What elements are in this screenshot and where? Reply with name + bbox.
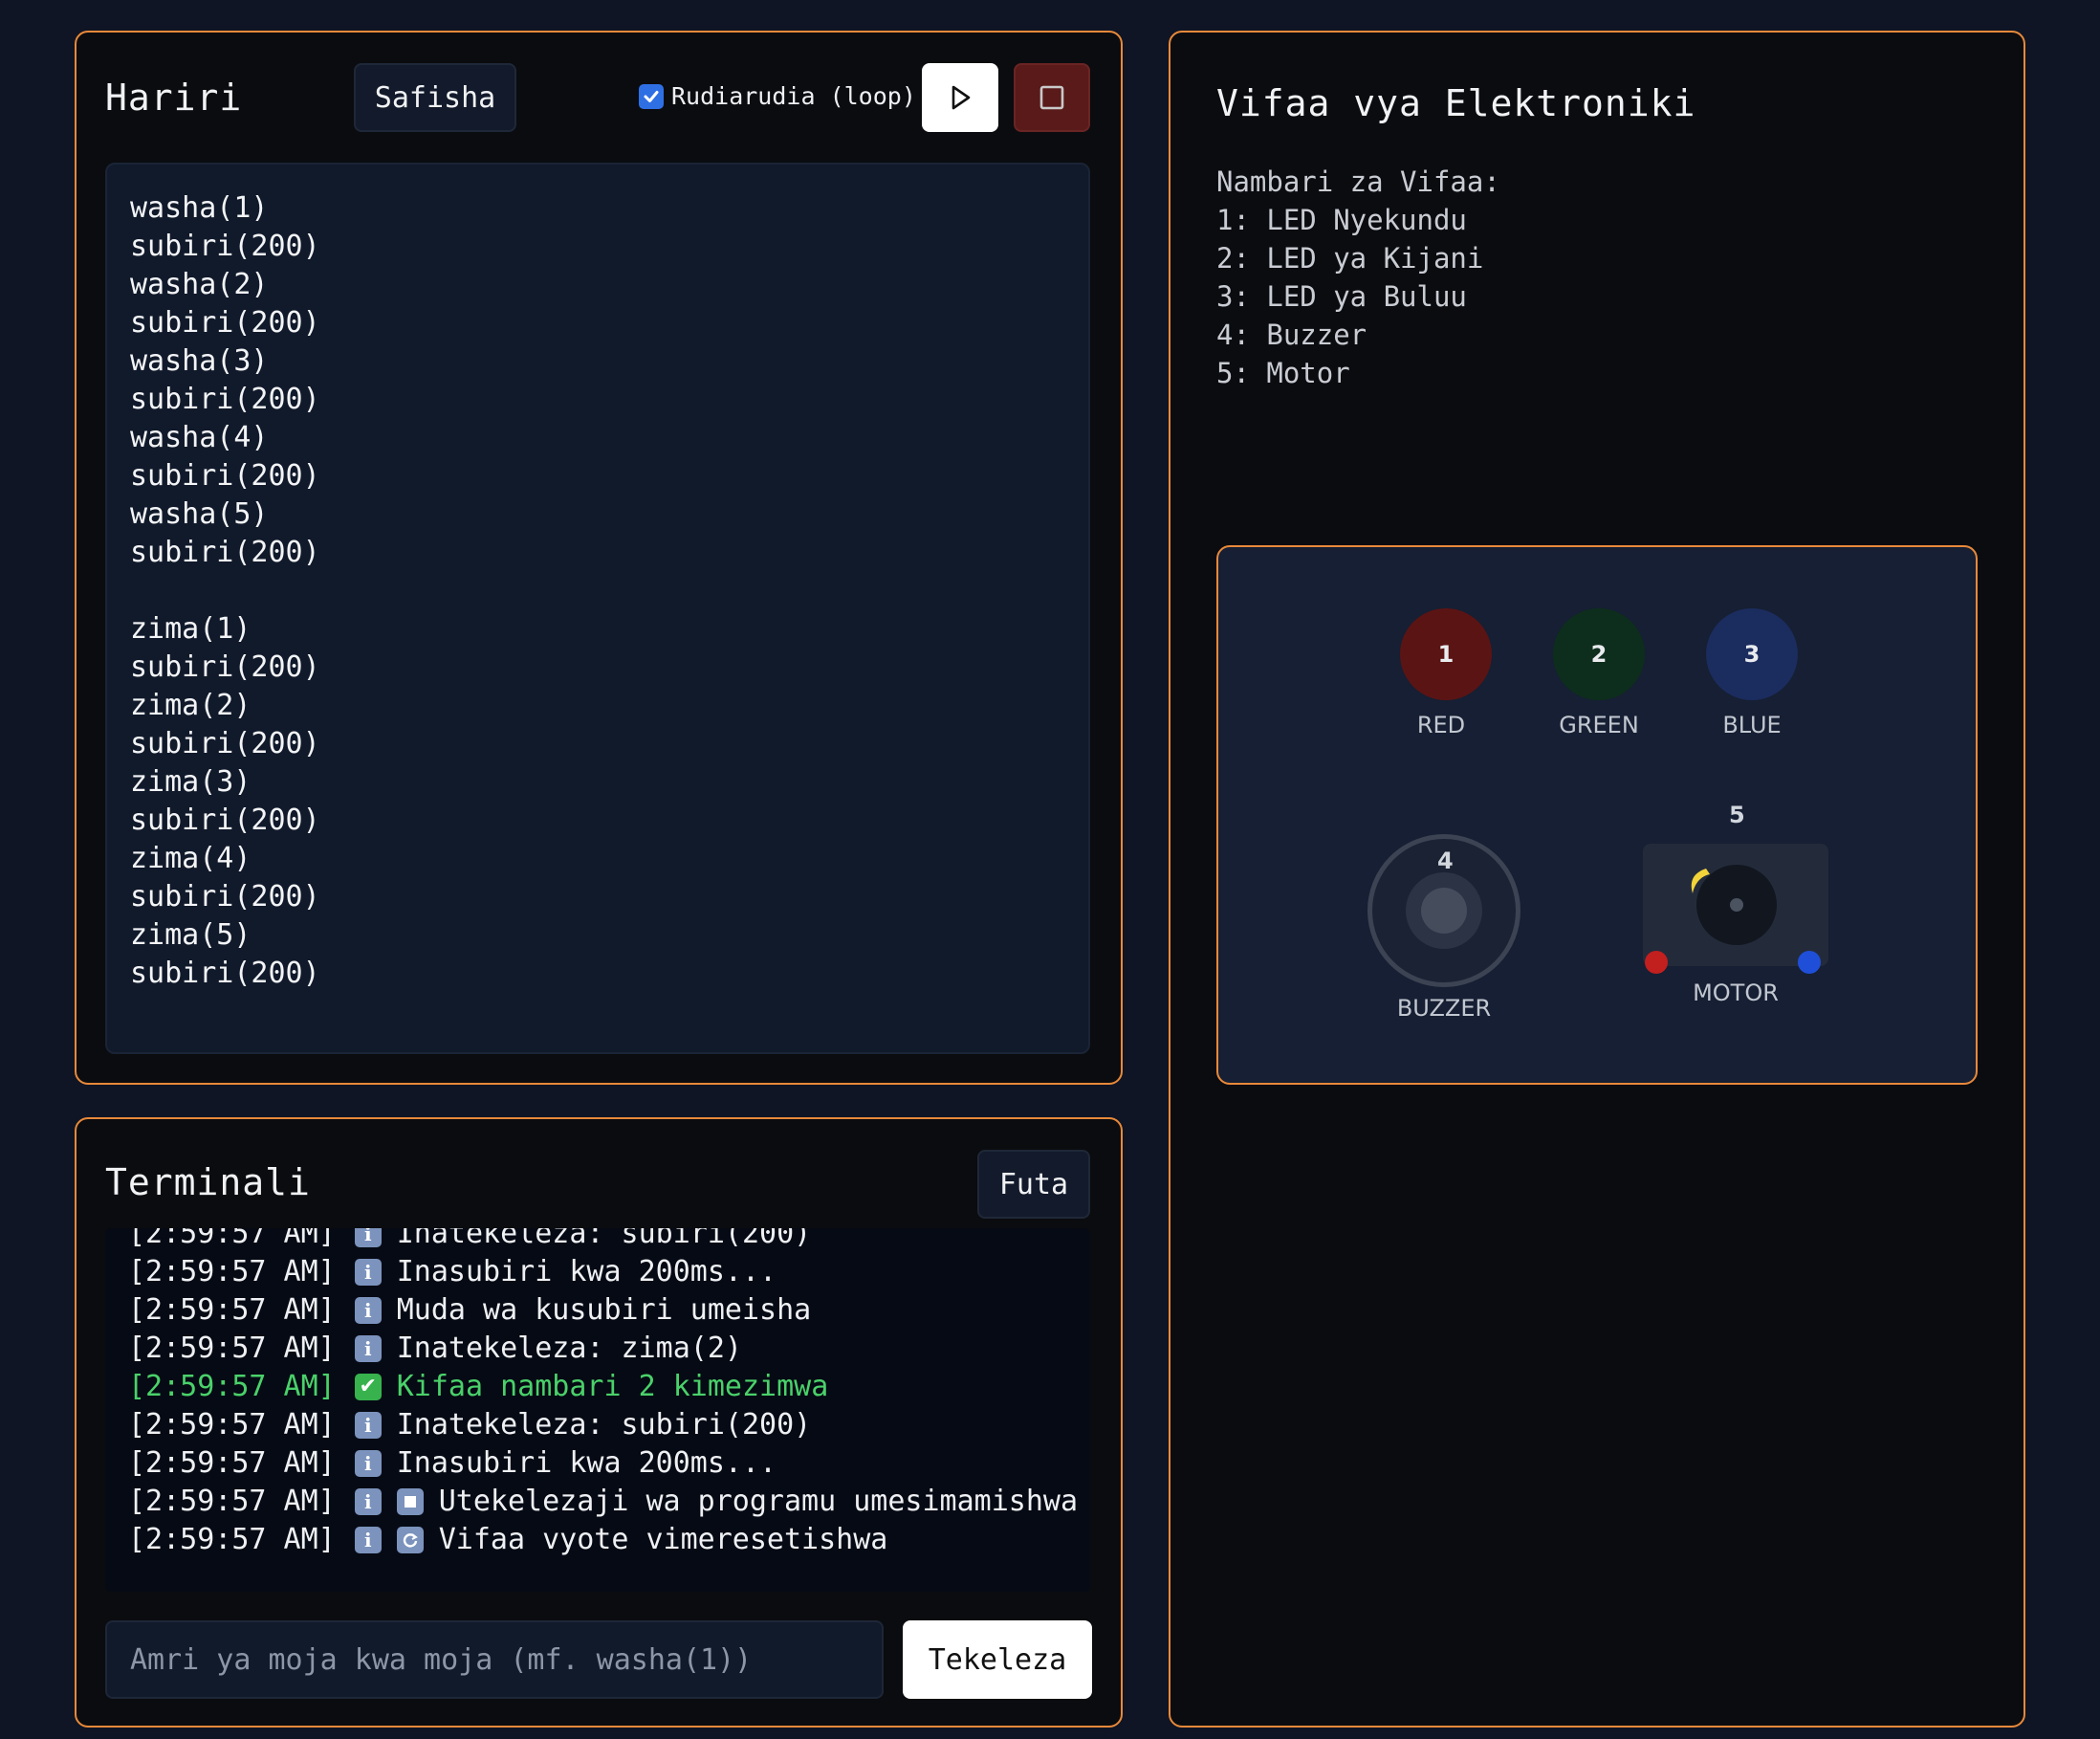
terminal-line: [2:59:57 AM] i Inasubiri kwa 200ms...: [128, 1444, 1078, 1483]
led-green-label: GREEN: [1559, 712, 1639, 738]
info-icon: i: [354, 1297, 382, 1324]
terminal-message: Inatekeleza: subiri(200): [396, 1228, 812, 1250]
terminal-timestamp: [2:59:57 AM]: [128, 1485, 336, 1518]
stop-square-icon: [396, 1488, 424, 1515]
led-red-number: 1: [1437, 641, 1455, 668]
info-icon: i: [354, 1228, 382, 1247]
led-green-number: 2: [1590, 641, 1608, 668]
terminal-line: [2:59:57 AM] i Inatekeleza: subiri(200): [128, 1228, 1078, 1253]
motor-label: MOTOR: [1693, 980, 1779, 1006]
terminal-lines: [2:59:57 AM] i Inatekeleza: subiri(200) [2:…: [128, 1228, 1078, 1559]
terminal-panel: Terminali Futa [2:59:57 AM] i Inatekeleza:…: [75, 1117, 1123, 1728]
buzzer-core: [1421, 888, 1467, 934]
terminal-line: [2:59:57 AM] i Inatekeleza: subiri(200): [128, 1406, 1078, 1444]
led-red[interactable]: 1: [1400, 608, 1492, 700]
code-editor[interactable]: washa(1) subiri(200) washa(2) subiri(200…: [105, 163, 1090, 1054]
terminal-timestamp: [2:59:57 AM]: [128, 1228, 336, 1250]
terminal-line: [2:59:57 AM] i Muda wa kusubiri umeisha: [128, 1291, 1078, 1330]
terminal-line: [2:59:57 AM] i Inatekeleza: zima(2): [128, 1330, 1078, 1368]
motor-axle: [1730, 898, 1743, 912]
info-icon: i: [354, 1412, 382, 1439]
terminal-timestamp: [2:59:57 AM]: [128, 1255, 336, 1288]
terminal-line: [2:59:57 AM] i Inasubiri kwa 200ms...: [128, 1253, 1078, 1291]
terminal-timestamp: [2:59:57 AM]: [128, 1408, 336, 1442]
check-icon: ✔: [354, 1374, 382, 1400]
run-button[interactable]: [922, 63, 998, 132]
editor-panel: Hariri Safisha Rudiarudia (loop) washa(1…: [75, 31, 1123, 1085]
led-green[interactable]: 2: [1553, 608, 1645, 700]
terminal-timestamp: [2:59:57 AM]: [128, 1293, 336, 1327]
led-red-label: RED: [1416, 712, 1466, 738]
motor[interactable]: [1643, 844, 1828, 966]
terminal-message: Inasubiri kwa 200ms...: [396, 1446, 777, 1480]
editor-title: Hariri: [105, 77, 243, 119]
device-board: 1 RED 2 GREEN 3 BLUE 4 BUZZER 5 MOTOR: [1216, 545, 1978, 1085]
terminal-message: Vifaa vyote vimeresetishwa: [438, 1523, 888, 1556]
device-legend: Nambari za Vifaa: 1: LED Nyekundu 2: LED…: [1216, 165, 1500, 389]
loop-checkbox[interactable]: [639, 83, 664, 109]
info-icon: i: [354, 1527, 382, 1553]
terminal-message: Kifaa nambari 2 kimezimwa: [396, 1370, 829, 1403]
play-icon: [952, 85, 971, 110]
check-icon: [644, 90, 659, 102]
terminal-timestamp: [2:59:57 AM]: [128, 1523, 336, 1556]
refresh-icon: [396, 1527, 424, 1553]
info-icon: i: [354, 1335, 382, 1362]
stop-button[interactable]: [1014, 63, 1090, 132]
terminal-line: [2:59:57 AM] i Vifaa vyote vimeresetishwa: [128, 1521, 1078, 1559]
devices-title: Vifaa vya Elektroniki: [1216, 82, 1696, 124]
buzzer-number: 4: [1437, 847, 1454, 874]
led-blue-label: BLUE: [1722, 712, 1782, 738]
terminal-message: Inatekeleza: subiri(200): [396, 1408, 812, 1442]
clear-terminal-button[interactable]: Futa: [977, 1150, 1090, 1219]
terminal-timestamp: [2:59:57 AM]: [128, 1332, 336, 1365]
terminal-line: [2:59:57 AM] ✔ Kifaa nambari 2 kimezimwa: [128, 1368, 1078, 1406]
motor-blade-icon: [1691, 869, 1710, 893]
stop-icon: [1039, 85, 1064, 110]
terminal-timestamp: [2:59:57 AM]: [128, 1370, 336, 1403]
buzzer-label: BUZZER: [1396, 995, 1492, 1022]
command-input[interactable]: [105, 1620, 884, 1699]
motor-number: 5: [1729, 802, 1745, 828]
terminal-message: Utekelezaji wa programu umesimamishwa: [438, 1485, 1079, 1518]
motor-terminal-positive: [1798, 951, 1821, 974]
terminal-timestamp: [2:59:57 AM]: [128, 1446, 336, 1480]
info-icon: i: [354, 1259, 382, 1286]
terminal-log[interactable]: [2:59:57 AM] i Inatekeleza: subiri(200) [2:…: [105, 1228, 1090, 1592]
info-icon: i: [354, 1488, 382, 1515]
led-blue-number: 3: [1743, 641, 1761, 668]
info-icon: i: [354, 1450, 382, 1477]
motor-terminal-negative: [1645, 951, 1668, 974]
terminal-message: Inatekeleza: zima(2): [396, 1332, 742, 1365]
terminal-title: Terminali: [105, 1161, 311, 1203]
terminal-line: [2:59:57 AM] i Utekelezaji wa programu ume…: [128, 1483, 1078, 1521]
devices-panel: Vifaa vya Elektroniki Nambari za Vifaa: …: [1169, 31, 2025, 1728]
loop-toggle[interactable]: Rudiarudia (loop): [639, 82, 916, 110]
buzzer-speaker: [1406, 872, 1482, 949]
execute-button[interactable]: Tekeleza: [903, 1620, 1092, 1699]
terminal-message: Muda wa kusubiri umeisha: [396, 1293, 812, 1327]
clear-editor-button[interactable]: Safisha: [354, 63, 516, 132]
terminal-message: Inasubiri kwa 200ms...: [396, 1255, 777, 1288]
led-blue[interactable]: 3: [1706, 608, 1798, 700]
loop-label: Rudiarudia (loop): [671, 82, 916, 110]
